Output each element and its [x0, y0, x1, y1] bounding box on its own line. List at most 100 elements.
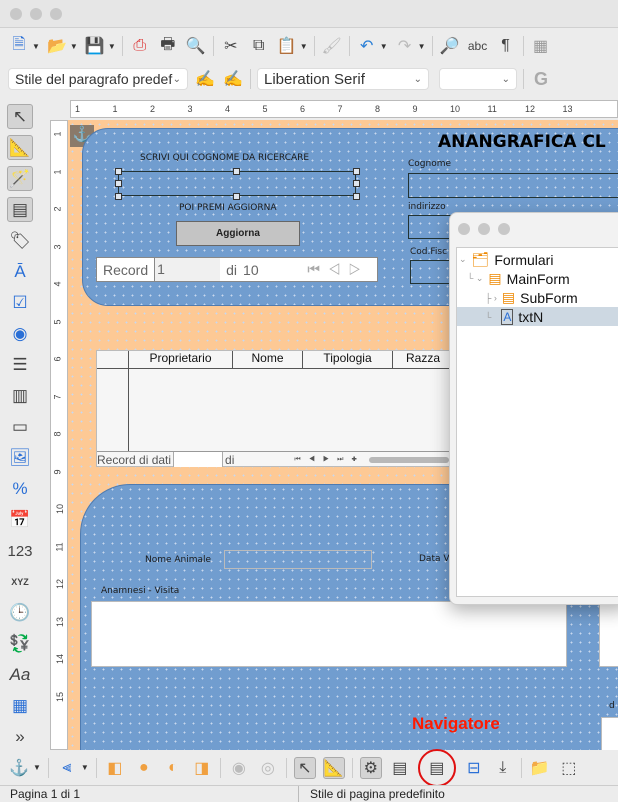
chevron-down-icon[interactable]: ▼ [33, 763, 41, 772]
side-field[interactable] [599, 601, 618, 667]
minimize-dialog-button[interactable] [478, 223, 490, 235]
close-dialog-button[interactable] [458, 223, 470, 235]
currency-field-icon[interactable]: 💱 [7, 632, 33, 657]
vertical-ruler[interactable]: 1 1 2 3 4 5 6 7 8 9 10 11 12 13 14 15 [50, 120, 68, 750]
chevron-down-icon[interactable]: ⌄ [459, 254, 467, 265]
page-count[interactable]: Pagina 1 di 1 [10, 787, 80, 801]
column-header[interactable]: Tipologia [303, 351, 393, 368]
select-pointer-icon[interactable]: ↖ [7, 104, 33, 130]
animal-name-field[interactable] [224, 550, 372, 569]
minimize-window-button[interactable] [30, 8, 42, 20]
formatting-marks-icon[interactable]: ¶ [495, 35, 517, 57]
tree-item-txtn[interactable]: └ AtxtN [457, 307, 618, 326]
anchor-icon[interactable]: ⚓ [8, 757, 30, 779]
tree-item-subform[interactable]: ├ › ▤ SubForm [485, 288, 578, 307]
find-replace-icon[interactable]: 🔎 [439, 35, 461, 57]
resize-handle[interactable] [115, 168, 122, 175]
option-button-icon[interactable]: ◉ [7, 322, 33, 347]
grid-record-input[interactable] [173, 452, 224, 467]
redo-icon[interactable]: ↷ [394, 35, 416, 57]
bold-button[interactable]: G [530, 68, 552, 90]
activation-order-icon[interactable]: ⤓ [492, 757, 514, 779]
form-navigator-icon[interactable]: ▤ [417, 748, 456, 787]
chevron-down-icon[interactable]: ▼ [81, 763, 89, 772]
chevron-down-icon[interactable]: ▼ [380, 42, 388, 51]
column-header[interactable]: Proprietario [129, 351, 233, 368]
copy-icon[interactable]: ⧉ [248, 35, 270, 57]
horizontal-scrollbar[interactable] [368, 456, 449, 463]
table-control[interactable]: Proprietario Nome Tipologia Razza Record… [96, 350, 457, 467]
open-in-design-mode-icon[interactable]: 📁 [529, 757, 551, 779]
record-nav-arrows-icon[interactable]: ⏮◁▷ [307, 261, 377, 278]
page-style[interactable]: Stile di pagina predefinito [310, 787, 445, 801]
clone-formatting-icon[interactable]: 🖌 [321, 35, 343, 57]
table-control-icon[interactable]: ▦ [7, 694, 33, 719]
open-folder-icon[interactable]: 📂 [46, 35, 68, 57]
undo-icon[interactable]: ↶ [356, 35, 378, 57]
to-background-icon[interactable]: ◎ [257, 757, 279, 779]
list-box-icon[interactable]: ☰ [7, 353, 33, 378]
automatic-control-focus-icon[interactable]: ⬚ [558, 757, 580, 779]
anamnesis-textarea[interactable] [91, 601, 567, 667]
font-size-select[interactable]: ⌄ [439, 68, 517, 90]
bring-forward-icon[interactable]: ● [133, 757, 155, 779]
control-wizards-icon[interactable]: 🪄 [7, 166, 33, 192]
form-design-icon[interactable]: ▤ [7, 197, 33, 223]
chevron-down-icon[interactable]: ▼ [70, 42, 78, 51]
new-document-icon[interactable]: 🗎 [8, 35, 30, 57]
send-backward-icon[interactable]: ◐ [162, 757, 184, 779]
spellcheck-icon[interactable]: abc [467, 35, 489, 57]
aggiorna-button[interactable]: Aggiorna [176, 221, 300, 246]
chevron-down-icon[interactable]: ▼ [32, 42, 40, 51]
font-name-select[interactable]: Liberation Serif ⌄ [257, 68, 429, 90]
image-button-icon[interactable]: 🖼 [7, 446, 33, 471]
resize-handle[interactable] [353, 168, 360, 175]
record-number-input[interactable]: 1 [154, 258, 221, 281]
to-foreground-icon[interactable]: ◉ [228, 757, 250, 779]
font-field-icon[interactable]: Aa [7, 663, 33, 688]
print-icon[interactable]: 🖶 [157, 35, 179, 57]
export-pdf-icon[interactable]: ⎙ [129, 35, 151, 57]
chevron-down-icon[interactable]: ▼ [418, 42, 426, 51]
print-preview-icon[interactable]: 🔍 [185, 35, 207, 57]
formatted-field-icon[interactable]: % [7, 477, 33, 502]
chevron-down-icon[interactable]: ▼ [300, 42, 308, 51]
zoom-dialog-button[interactable] [498, 223, 510, 235]
design-mode-icon[interactable]: 📐 [322, 756, 345, 779]
form-properties-icon[interactable]: ▤ [389, 757, 411, 779]
grid-nav-arrows-icon[interactable]: ⏮◀▶⏭✚ [294, 456, 364, 464]
chevron-down-icon[interactable]: └ ⌄ [467, 273, 483, 284]
resize-handle[interactable] [353, 180, 360, 187]
close-window-button[interactable] [10, 8, 22, 20]
push-button-icon[interactable]: ▭ [7, 415, 33, 440]
resize-handle[interactable] [353, 193, 360, 200]
update-style-icon[interactable]: ✍ [194, 68, 216, 90]
send-to-back-icon[interactable]: ◨ [191, 757, 213, 779]
numeric-field-icon[interactable]: 123 [7, 539, 33, 564]
other-field[interactable] [601, 717, 618, 750]
add-field-icon[interactable]: ⊟ [463, 757, 485, 779]
horizontal-ruler[interactable]: 1 1 2 3 4 5 6 7 8 9 10 11 12 13 [70, 100, 618, 118]
surname-field[interactable] [408, 173, 618, 198]
date-field-icon[interactable]: 📅 [7, 508, 33, 533]
zoom-window-button[interactable] [50, 8, 62, 20]
resize-handle[interactable] [233, 193, 240, 200]
combo-box-icon[interactable]: ▥ [7, 384, 33, 409]
tree-item-formulari[interactable]: ⌄ 🗂 Formulari [459, 250, 553, 269]
chevron-right-icon[interactable]: ├ › [485, 293, 497, 303]
resize-handle[interactable] [115, 180, 122, 187]
column-header[interactable]: Razza [393, 351, 453, 368]
align-icon[interactable]: ⫷ [56, 757, 78, 779]
select-pointer-icon[interactable]: ↖ [293, 756, 316, 779]
cut-icon[interactable]: ✂ [220, 35, 242, 57]
chevron-down-icon[interactable]: ▼ [108, 42, 116, 51]
resize-handle[interactable] [233, 168, 240, 175]
column-header[interactable]: Nome [233, 351, 303, 368]
resize-handle[interactable] [115, 193, 122, 200]
table-icon[interactable]: ▦ [530, 35, 552, 57]
time-field-icon[interactable]: 🕒 [7, 601, 33, 626]
text-box-icon[interactable]: Ā [7, 259, 33, 284]
bring-to-front-icon[interactable]: ◧ [104, 757, 126, 779]
pattern-field-icon[interactable]: XYZ [7, 570, 33, 595]
save-icon[interactable]: 💾 [84, 35, 106, 57]
